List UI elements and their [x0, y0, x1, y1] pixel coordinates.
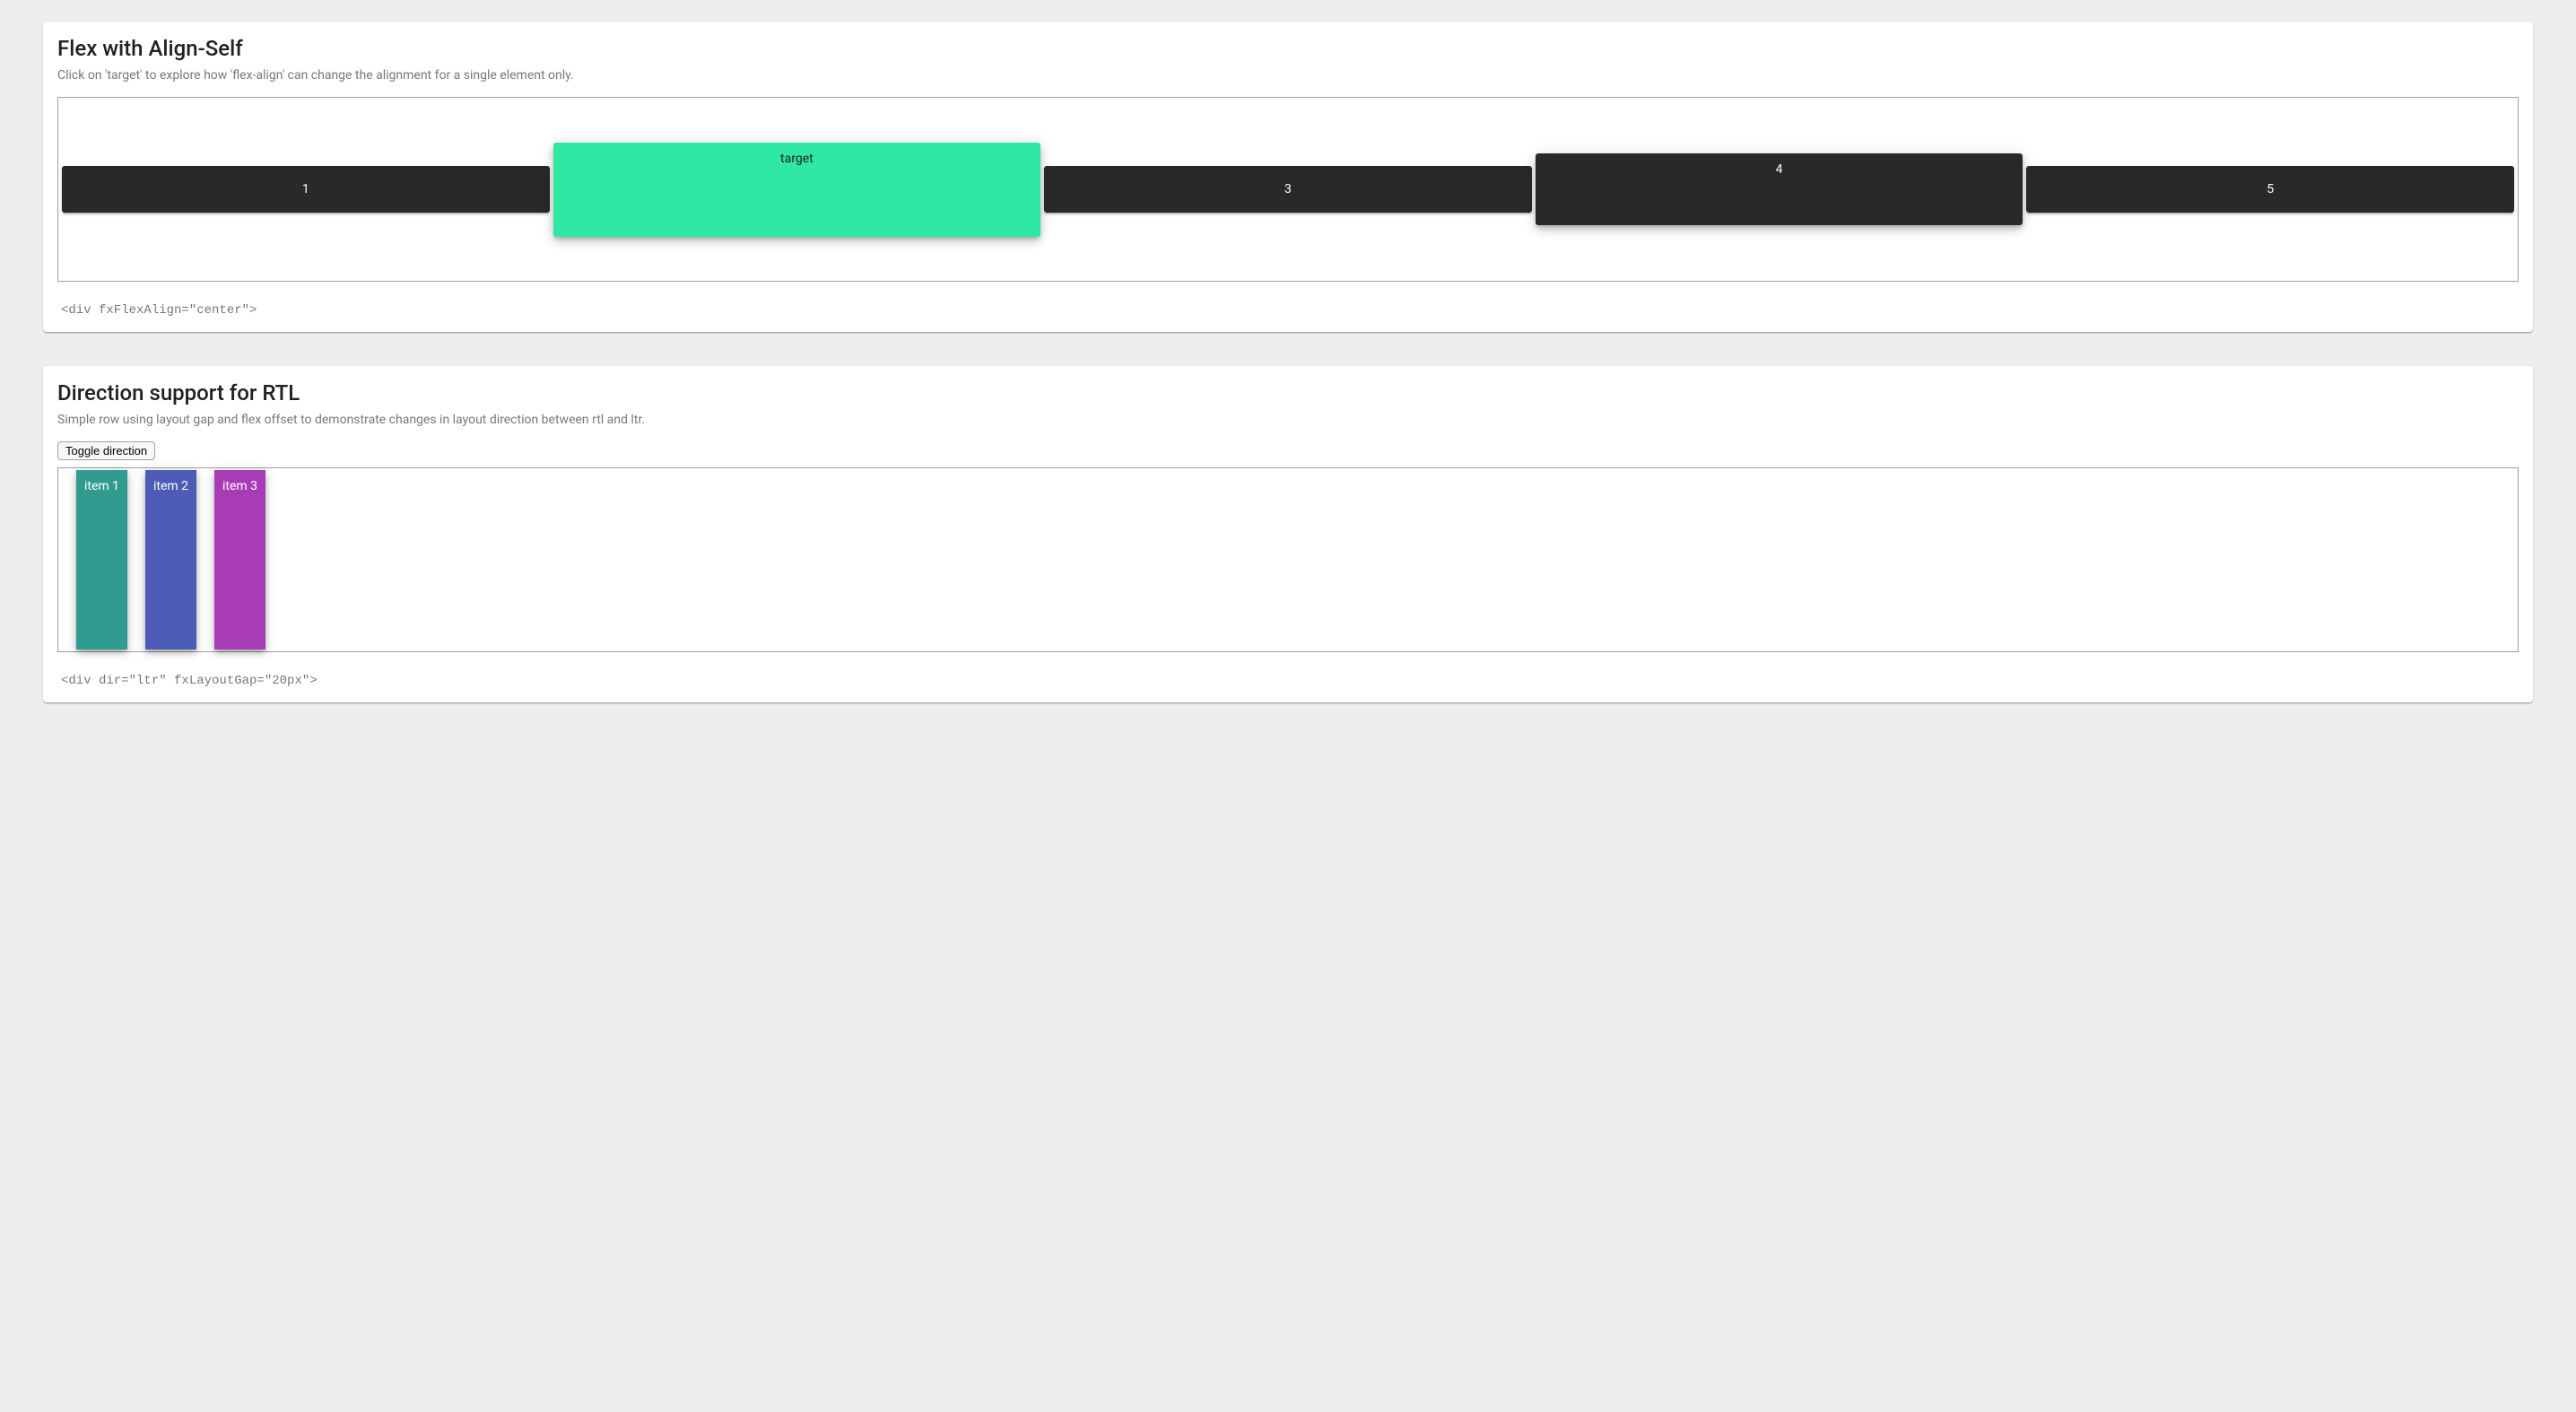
align-self-subtitle: Click on 'target' to explore how 'flex-a… — [57, 68, 2519, 83]
rtl-flex-container: item 1 item 2 item 3 — [57, 467, 2519, 652]
rtl-card: Direction support for RTL Simple row usi… — [43, 366, 2533, 702]
align-self-title: Flex with Align-Self — [57, 36, 2519, 61]
flex-item-target[interactable]: target — [553, 143, 1041, 237]
toggle-direction-button[interactable]: Toggle direction — [57, 441, 155, 460]
flex-item-3[interactable]: 3 — [1044, 166, 1532, 213]
rtl-title: Direction support for RTL — [57, 380, 2519, 405]
rtl-item-2: item 2 — [145, 470, 196, 649]
rtl-item-3: item 3 — [214, 470, 265, 649]
rtl-hint: <div dir="ltr" fxLayoutGap="20px"> — [57, 674, 2519, 688]
align-self-flex-container: 1 target 3 4 5 — [57, 97, 2519, 282]
align-self-hint: <div fxFlexAlign="center"> — [57, 303, 2519, 318]
rtl-item-1: item 1 — [76, 470, 127, 649]
flex-item-1[interactable]: 1 — [62, 166, 550, 213]
flex-item-5[interactable]: 5 — [2026, 166, 2514, 213]
rtl-subtitle: Simple row using layout gap and flex off… — [57, 413, 2519, 427]
align-self-card: Flex with Align-Self Click on 'target' t… — [43, 22, 2533, 332]
flex-item-4[interactable]: 4 — [1536, 153, 2023, 225]
